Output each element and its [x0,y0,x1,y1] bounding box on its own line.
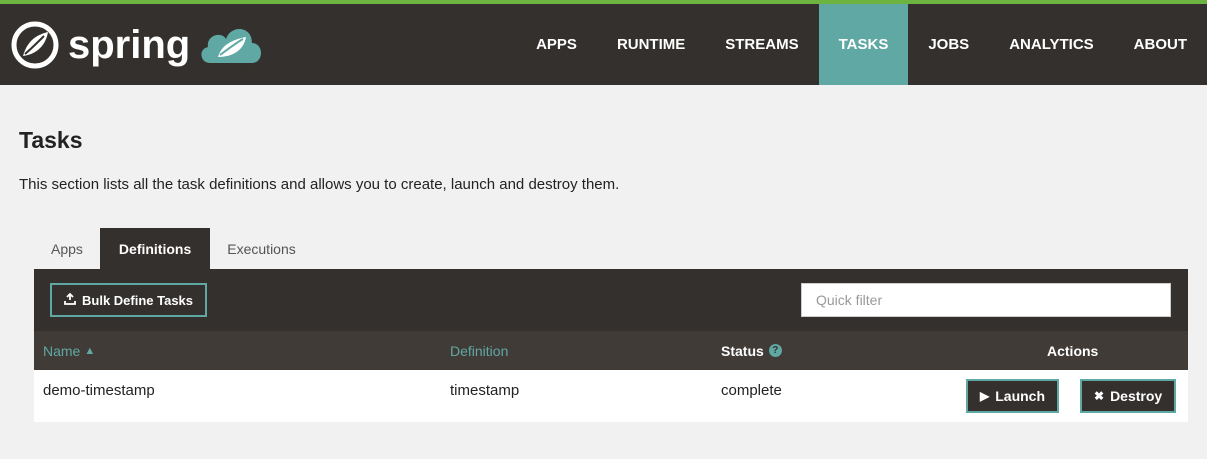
main-nav: APPS RUNTIME STREAMS TASKS JOBS ANALYTIC… [516,4,1207,85]
task-definition-cell: timestamp [450,381,520,399]
definitions-toolbar: Bulk Define Tasks [34,269,1188,331]
question-circle-icon[interactable]: ? [768,344,782,357]
nav-streams[interactable]: STREAMS [705,4,818,85]
launch-label: Launch [995,388,1046,404]
launch-button[interactable]: ▶ Launch [966,379,1060,413]
tab-definitions[interactable]: Definitions [99,228,211,269]
cloud-data-icon: 0101 [201,28,262,72]
status-header-label: Status [721,342,764,359]
tab-apps[interactable]: Apps [34,228,100,269]
destroy-button[interactable]: ✖ Destroy [1080,379,1177,413]
column-header-actions: Actions [1047,342,1099,359]
destroy-label: Destroy [1110,388,1163,404]
page-description: This section lists all the task definiti… [19,176,620,193]
nav-runtime[interactable]: RUNTIME [597,4,705,85]
spring-leaf-icon [11,21,59,69]
nav-apps[interactable]: APPS [516,4,597,85]
nav-analytics[interactable]: ANALYTICS [989,4,1113,85]
upload-tray-icon [64,292,76,308]
spring-logo[interactable]: spring 0101 [10,15,266,75]
nav-about[interactable]: ABOUT [1114,4,1207,85]
play-icon: ▶ [980,389,990,403]
tab-executions[interactable]: Executions [210,228,312,269]
nav-jobs[interactable]: JOBS [908,4,989,85]
close-icon: ✖ [1094,389,1105,403]
brand-name: spring [68,23,191,67]
bulk-define-tasks-label: Bulk Define Tasks [82,292,194,308]
top-navbar: spring 0101 APPS RUNTIME STREAMS TASKS J… [0,0,1207,85]
page-title: Tasks [19,127,83,153]
task-status-cell: complete [721,381,782,399]
svg-text:0101: 0101 [234,64,251,72]
sort-asc-icon: ▲ [84,344,96,357]
tasks-tabs: Apps Definitions Executions [34,228,313,269]
column-header-name[interactable]: Name ▲ [43,331,95,370]
table-body: demo-timestamp timestamp complete ▶ Laun… [34,370,1188,422]
table-header: Name ▲ Definition Status ? Actions [34,331,1188,370]
task-name-cell: demo-timestamp [43,381,155,399]
column-header-status: Status ? [721,331,782,370]
nav-tasks[interactable]: TASKS [818,4,909,85]
column-header-definition[interactable]: Definition [450,331,508,370]
quick-filter-input[interactable] [801,283,1171,317]
bulk-define-tasks-button[interactable]: Bulk Define Tasks [50,283,208,317]
name-header-label: Name [43,342,81,359]
